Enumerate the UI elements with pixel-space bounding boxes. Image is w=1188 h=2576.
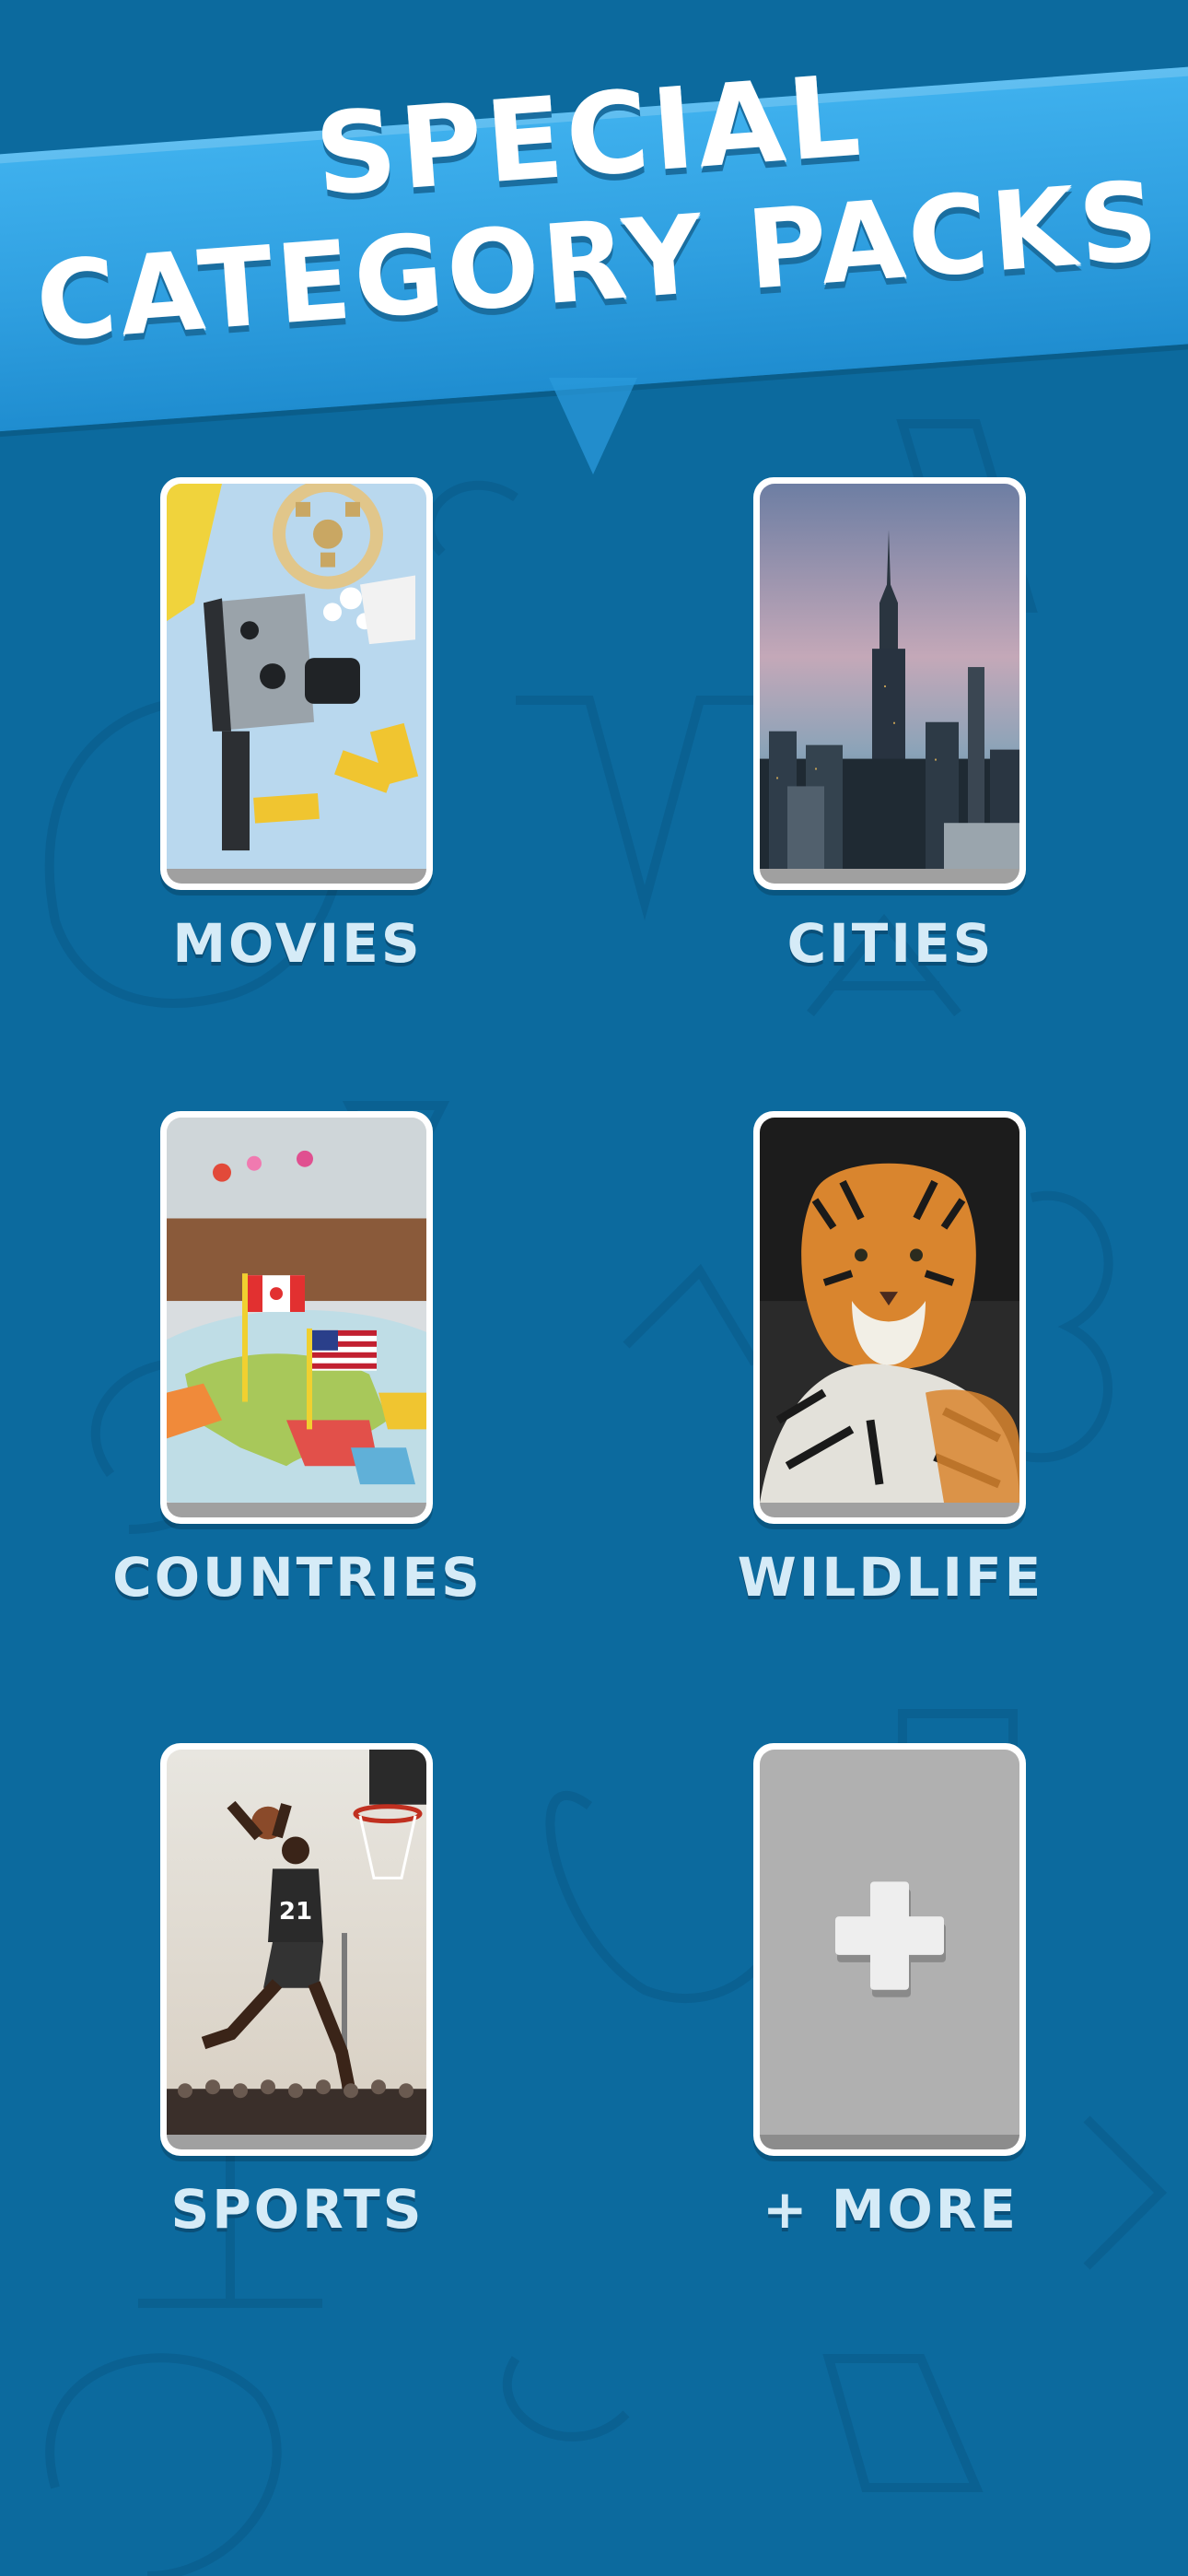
category-label-countries[interactable]: COUNTRIES [104,1546,491,1609]
plus-icon [835,1881,946,1997]
category-card-wildlife[interactable] [753,1111,1026,1524]
category-card-movies[interactable] [160,477,433,890]
svg-text:21: 21 [279,1898,312,1926]
category-packs-screen: SPECIAL CATEGORY PACKS MOVIES CITIES COU… [0,0,1188,2576]
category-card-cities[interactable] [753,477,1026,890]
category-card-countries[interactable] [160,1111,433,1524]
category-label-more[interactable]: + MORE [697,2178,1084,2241]
sports-image: 21 [167,1750,426,2149]
category-label-movies[interactable]: MOVIES [104,912,491,975]
category-label-sports[interactable]: SPORTS [104,2178,491,2241]
category-card-more[interactable] [753,1743,1026,2156]
category-card-sports[interactable]: 21 [160,1743,433,2156]
movies-image [167,484,426,884]
more-card-face [760,1750,1019,2149]
cities-image [760,484,1019,884]
wildlife-image [760,1118,1019,1517]
category-label-cities[interactable]: CITIES [697,912,1084,975]
countries-image [167,1118,426,1517]
category-label-wildlife[interactable]: WILDLIFE [697,1546,1084,1609]
banner-pointer [549,378,637,474]
